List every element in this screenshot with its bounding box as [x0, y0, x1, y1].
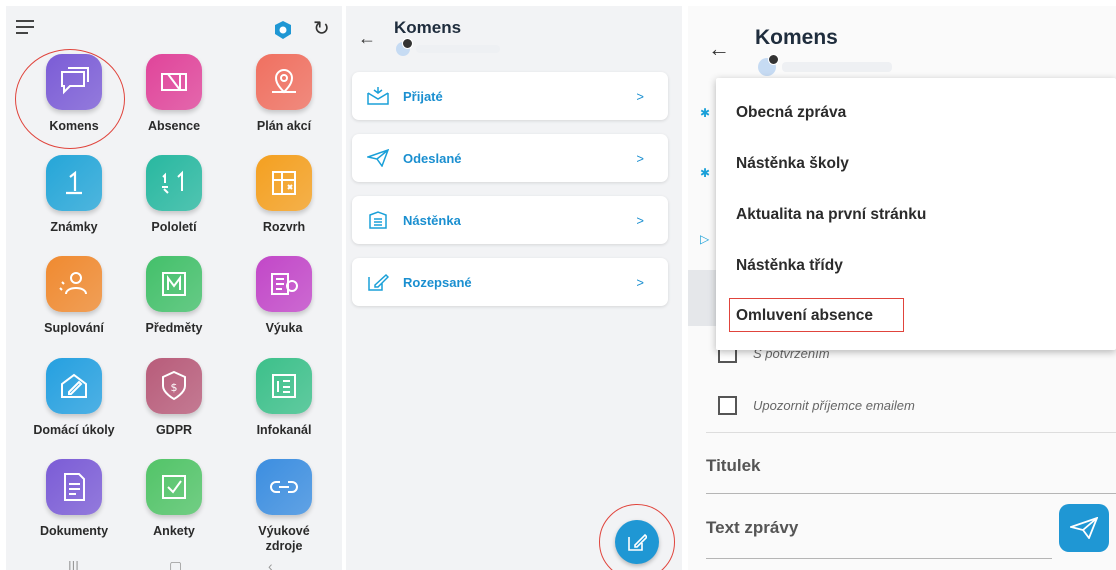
- app-tile-dom-c-koly[interactable]: Domácí úkoly: [22, 358, 126, 438]
- compose-message-screen: ← Komens ✱ ✱ ▷ S potvrzením Upozornit př…: [688, 6, 1116, 570]
- send-icon: ▷: [700, 232, 710, 246]
- app-tile-rozvrh[interactable]: Rozvrh: [232, 155, 336, 235]
- poll-icon: [146, 459, 202, 515]
- document-icon: [46, 459, 102, 515]
- system-nav-bar: ||| ▢ ‹: [6, 558, 342, 570]
- infochannel-icon: [256, 358, 312, 414]
- folder-sent[interactable]: Odeslané >: [352, 134, 668, 182]
- app-tile-gdpr[interactable]: $ GDPR: [122, 358, 226, 438]
- app-tile-pl-n-akc-[interactable]: Plán akcí: [232, 54, 336, 134]
- folder-drafts[interactable]: Rozepsané >: [352, 258, 668, 306]
- app-tile-ankety[interactable]: Ankety: [122, 459, 226, 539]
- chevron-right-icon: >: [636, 88, 644, 104]
- redacted-name: [416, 45, 500, 53]
- recent-apps-icon[interactable]: |||: [68, 558, 79, 570]
- draft-edit-icon: [367, 273, 389, 291]
- app-tile-label: Rozvrh: [262, 220, 306, 234]
- chevron-right-icon: >: [636, 150, 644, 166]
- send-icon: [367, 149, 389, 167]
- menu-item-general-message[interactable]: Obecná zpráva: [736, 104, 846, 122]
- app-tile-absence[interactable]: Absence: [122, 54, 226, 134]
- folder-label: Nástěnka: [403, 212, 461, 228]
- app-tile-dokumenty[interactable]: Dokumenty: [22, 459, 126, 539]
- back-nav-icon[interactable]: ‹: [268, 558, 273, 570]
- shield-icon[interactable]: [273, 20, 293, 40]
- folder-label: Odeslané: [403, 150, 462, 166]
- app-tile-suplov-n-[interactable]: Suplování: [22, 256, 126, 336]
- redacted-name: [782, 62, 892, 72]
- chevron-right-icon: >: [636, 212, 644, 228]
- app-tile-label: Pololetí: [151, 220, 197, 234]
- chevron-right-icon: >: [636, 274, 644, 290]
- highlight-box: [729, 298, 904, 332]
- send-button[interactable]: [1059, 504, 1109, 552]
- absence-icon: [146, 54, 202, 110]
- hamburger-icon[interactable]: [16, 20, 34, 34]
- selected-row-peek: [688, 270, 716, 326]
- komens-folders-screen: ← Komens Přijaté > Odeslané > Nástěnka >…: [346, 6, 682, 570]
- refresh-icon[interactable]: ↻: [313, 18, 330, 40]
- title-field-underline: [706, 493, 1116, 494]
- message-field-underline: [706, 558, 1052, 559]
- svg-text:$: $: [171, 381, 178, 394]
- menu-item-school-board[interactable]: Nástěnka školy: [736, 155, 849, 173]
- folder-label: Přijaté: [403, 88, 443, 104]
- app-tile-label: Plán akcí: [256, 119, 312, 133]
- send-icon: [1070, 517, 1098, 539]
- folder-received[interactable]: Přijaté >: [352, 72, 668, 120]
- grade-one-icon: [46, 155, 102, 211]
- app-tile-label: Výuka: [265, 321, 303, 335]
- divider: [706, 432, 1116, 433]
- inbox-icon: [367, 87, 389, 105]
- back-arrow-icon[interactable]: ←: [708, 36, 730, 62]
- page-title: Komens: [394, 18, 462, 37]
- app-tile-v-ukov-zdroje[interactable]: Výukové zdroje: [232, 459, 336, 554]
- app-tile-infokan-l[interactable]: Infokanál: [232, 358, 336, 438]
- gdpr-icon: $: [146, 358, 202, 414]
- highlight-circle: [599, 504, 675, 570]
- highlight-circle: [15, 49, 125, 149]
- link-icon: [256, 459, 312, 515]
- recipient-icon: ✱: [700, 166, 711, 180]
- app-tile-label: Předměty: [145, 321, 203, 335]
- folder-noticeboard[interactable]: Nástěnka >: [352, 196, 668, 244]
- app-tile-label: Dokumenty: [39, 524, 109, 538]
- message-type-dropdown: Obecná zpráva Nástěnka školy Aktualita n…: [716, 78, 1116, 350]
- app-tile-label: Absence: [147, 119, 201, 133]
- homework-icon: [46, 358, 102, 414]
- app-tile-pololet-[interactable]: Pololetí: [122, 155, 226, 235]
- message-text-field[interactable]: Text zprávy: [706, 518, 798, 538]
- recipient-icon: ✱: [700, 106, 711, 120]
- map-pin-icon: [256, 54, 312, 110]
- teaching-icon: [256, 256, 312, 312]
- app-tile-label: Výukové zdroje: [258, 524, 310, 553]
- email-notify-checkbox-row[interactable]: Upozornit příjemce emailem: [718, 396, 915, 415]
- app-tile-p-edm-ty[interactable]: Předměty: [122, 256, 226, 336]
- avatar: [758, 54, 779, 76]
- timetable-icon: [256, 155, 312, 211]
- page-title: Komens: [755, 26, 838, 49]
- app-tile-label: GDPR: [155, 423, 193, 437]
- title-field[interactable]: Titulek: [706, 456, 760, 476]
- app-tile-label: Suplování: [44, 321, 104, 335]
- email-notify-checkbox[interactable]: [718, 396, 737, 415]
- app-tile-label: Známky: [50, 220, 98, 234]
- folder-label: Rozepsané: [403, 274, 472, 290]
- half-year-icon: [146, 155, 202, 211]
- noticeboard-icon: [367, 211, 389, 229]
- app-grid-screen: ↻ Komens Absence Plán akcí Známky Pololetí Ro…: [6, 6, 342, 570]
- app-tile-zn-mky[interactable]: Známky: [22, 155, 126, 235]
- back-arrow-icon[interactable]: ←: [358, 28, 376, 49]
- app-tile-label: Domácí úkoly: [33, 423, 115, 437]
- app-tile-label: Infokanál: [256, 423, 312, 437]
- subjects-icon: [146, 256, 202, 312]
- substitute-icon: [46, 256, 102, 312]
- home-icon[interactable]: ▢: [169, 558, 182, 570]
- app-tile-label: Ankety: [153, 524, 195, 538]
- checkbox-label: Upozornit příjemce emailem: [753, 398, 915, 413]
- menu-item-front-page-news[interactable]: Aktualita na první stránku: [736, 206, 926, 224]
- menu-item-class-board[interactable]: Nástěnka třídy: [736, 257, 843, 275]
- app-tile-v-uka[interactable]: Výuka: [232, 256, 336, 336]
- avatar: [396, 38, 413, 56]
